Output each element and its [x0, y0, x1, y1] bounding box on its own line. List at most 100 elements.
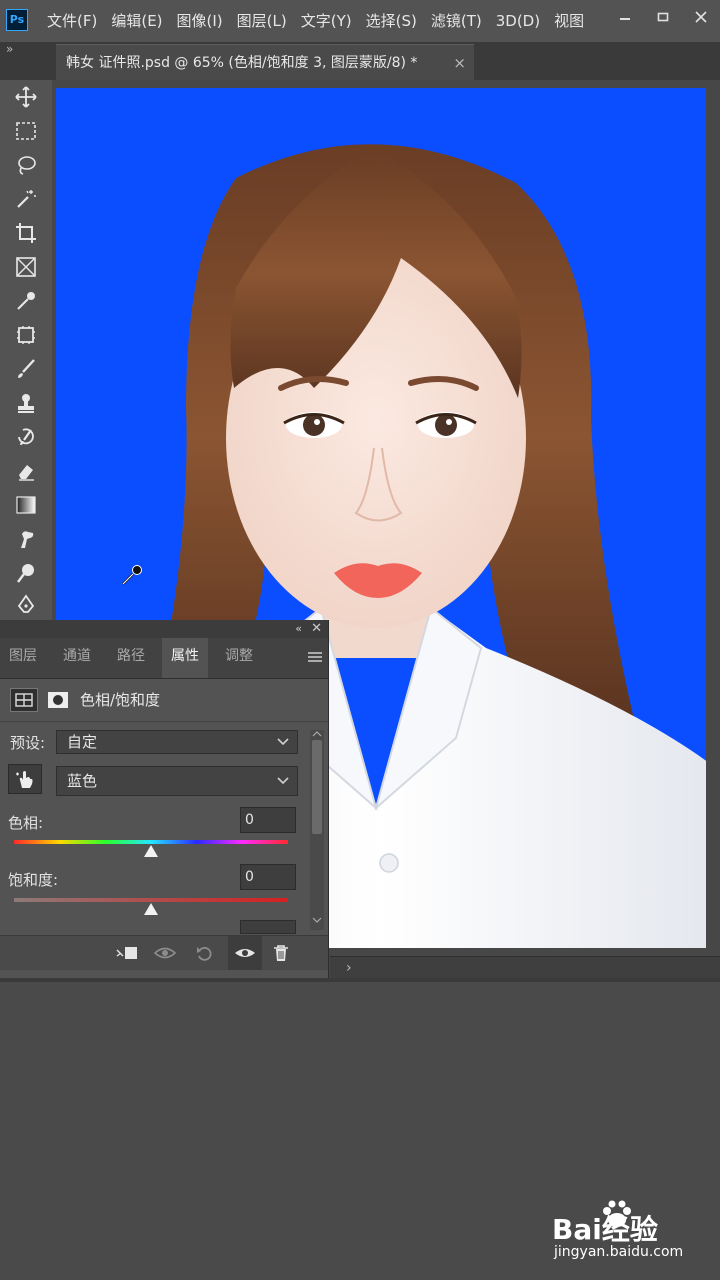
layer-mask-button[interactable]	[46, 688, 70, 712]
photoshop-logo: Ps	[6, 9, 28, 31]
marquee-tool[interactable]	[10, 116, 42, 146]
tab-layers[interactable]: 图层	[0, 638, 46, 678]
reset-icon	[197, 946, 212, 961]
restore-button[interactable]	[644, 0, 682, 34]
menu-filter[interactable]: 滤镜(T)	[424, 0, 489, 42]
minimize-button[interactable]	[606, 0, 644, 34]
clone-stamp-tool[interactable]	[10, 388, 42, 418]
brush-icon	[18, 359, 35, 378]
hue-slider-thumb[interactable]	[144, 845, 158, 857]
dodge-tool[interactable]	[10, 558, 42, 588]
history-brush-tool[interactable]	[10, 422, 42, 452]
hue-saturation-layer-icon[interactable]	[10, 688, 38, 712]
eyedropper-cursor-icon	[122, 565, 142, 585]
watermark-brand: Bai经验	[552, 1213, 658, 1246]
chevron-right-icon[interactable]: ›	[346, 957, 352, 979]
document-tab-bar: » 韩女 证件照.psd @ 65% (色相/饱和度 3, 图层蒙版/8) * …	[0, 42, 720, 80]
scroll-up-icon[interactable]	[312, 730, 322, 738]
eyedropper-cursor	[120, 563, 144, 587]
hand-adjust-icon	[16, 771, 33, 788]
frame-tool[interactable]	[10, 252, 42, 282]
close-icon	[695, 11, 707, 23]
panel-divider	[0, 978, 720, 982]
scroll-down-icon[interactable]	[312, 916, 322, 924]
targeted-adjustment-tool[interactable]	[8, 764, 42, 794]
brush-tool[interactable]	[10, 354, 42, 384]
document-tab[interactable]: 韩女 证件照.psd @ 65% (色相/饱和度 3, 图层蒙版/8) * ×	[56, 44, 474, 80]
saturation-slider-thumb[interactable]	[144, 903, 158, 915]
properties-panel: « ✕ 图层 通道 路径 属性 调整 色相/饱和度 预设: 自定 蓝色 色相: …	[0, 620, 329, 978]
menu-edit[interactable]: 编辑(E)	[104, 0, 169, 42]
saturation-slider-track[interactable]	[14, 898, 288, 902]
window-controls	[606, 0, 720, 34]
eraser-tool[interactable]	[10, 456, 42, 486]
tab-channels[interactable]: 通道	[54, 638, 100, 678]
lightness-input-partial[interactable]	[240, 920, 296, 934]
menu-3d[interactable]: 3D(D)	[489, 0, 547, 42]
tab-paths[interactable]: 路径	[108, 638, 154, 678]
eye-previous-icon	[153, 947, 177, 959]
patch-tool[interactable]	[10, 320, 42, 350]
panel-collapse-icon[interactable]: «	[295, 620, 302, 638]
eyedropper-icon	[17, 292, 35, 310]
view-previous-state-button[interactable]	[152, 941, 178, 965]
lasso-icon	[18, 156, 36, 175]
pen-tool[interactable]	[10, 592, 42, 618]
menu-file[interactable]: 文件(F)	[40, 0, 104, 42]
pen-icon	[17, 594, 35, 613]
eyedropper-tool[interactable]	[10, 286, 42, 316]
tab-properties[interactable]: 属性	[162, 638, 208, 678]
preset-dropdown[interactable]: 自定	[56, 730, 298, 754]
menu-layer[interactable]: 图层(L)	[230, 0, 294, 42]
watermark-url: jingyan.baidu.com	[554, 1244, 684, 1260]
menu-type[interactable]: 文字(Y)	[294, 0, 359, 42]
mask-icon	[48, 692, 68, 708]
menu-view[interactable]: 视图	[547, 0, 591, 42]
chevron-down-icon	[277, 731, 289, 759]
marquee-icon	[16, 122, 36, 140]
magic-wand-tool[interactable]	[10, 184, 42, 214]
adjustment-grid-icon	[15, 693, 33, 707]
toggle-visibility-button[interactable]	[228, 936, 262, 970]
panel-footer	[0, 935, 328, 970]
panel-scrollbar[interactable]	[310, 730, 324, 930]
document-status-bar: ›	[330, 956, 720, 979]
crop-tool[interactable]	[10, 218, 42, 248]
minimize-icon	[620, 18, 630, 20]
menu-select[interactable]: 选择(S)	[359, 0, 424, 42]
panel-header-strip: « ✕	[0, 620, 328, 638]
delete-adjustment-button[interactable]	[268, 941, 294, 965]
channel-value: 蓝色	[67, 772, 98, 790]
reset-button[interactable]	[192, 941, 218, 965]
eye-icon	[235, 949, 255, 957]
hue-slider-track[interactable]	[14, 840, 288, 844]
patch-icon	[17, 326, 35, 344]
panel-close-icon[interactable]: ✕	[311, 620, 322, 638]
baidu-watermark: Bai经验 jingyan.baidu.com	[548, 1200, 698, 1266]
panel-tabs: 图层 通道 路径 属性 调整	[0, 638, 328, 679]
clip-to-layer-button[interactable]	[114, 941, 140, 965]
tab-adjustments[interactable]: 调整	[216, 638, 262, 678]
chevron-down-icon	[277, 767, 289, 804]
close-window-button[interactable]	[682, 0, 720, 34]
saturation-input[interactable]: 0	[240, 864, 296, 890]
gradient-icon	[16, 496, 36, 514]
panel-menu-icon[interactable]	[308, 648, 322, 667]
lasso-tool[interactable]	[10, 150, 42, 180]
move-tool[interactable]	[10, 82, 42, 112]
channel-dropdown[interactable]: 蓝色	[56, 766, 298, 796]
hue-input[interactable]: 0	[240, 807, 296, 833]
adjustment-title: 色相/饱和度	[80, 691, 161, 709]
crop-icon	[16, 223, 36, 243]
tab-close-icon[interactable]: ×	[453, 45, 466, 81]
document-tab-title: 韩女 证件照.psd @ 65% (色相/饱和度 3, 图层蒙版/8) *	[66, 55, 418, 71]
dodge-icon	[17, 564, 34, 583]
gradient-tool[interactable]	[10, 490, 42, 520]
scrollbar-thumb[interactable]	[312, 740, 322, 834]
menu-bar: Ps 文件(F) 编辑(E) 图像(I) 图层(L) 文字(Y) 选择(S) 滤…	[0, 0, 720, 42]
preset-label: 预设:	[10, 734, 46, 752]
double-chevron-right-icon[interactable]: »	[6, 42, 13, 56]
move-icon	[15, 86, 37, 108]
smudge-tool[interactable]	[10, 524, 42, 554]
menu-image[interactable]: 图像(I)	[170, 0, 230, 42]
